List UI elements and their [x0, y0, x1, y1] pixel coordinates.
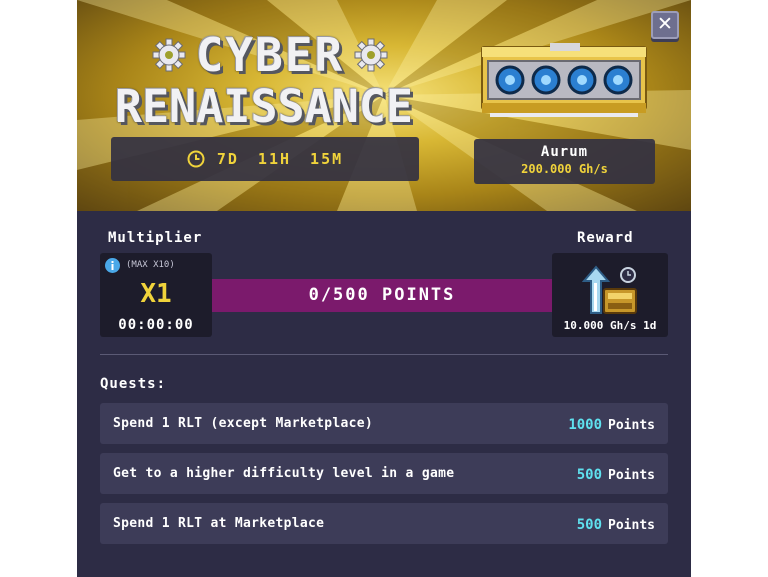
quest-row: Spend 1 RLT (except Marketplace) 1000 Poi… — [100, 403, 668, 444]
multiplier-timer: 00:00:00 — [118, 317, 194, 333]
close-button[interactable]: ✕ — [651, 11, 679, 39]
divider — [100, 354, 668, 355]
reward-label: Reward — [577, 230, 634, 246]
quest-points: 1000 Points — [568, 414, 655, 433]
quest-row: Spend 1 RLT at Marketplace 500 Points — [100, 503, 668, 544]
close-icon: ✕ — [657, 13, 673, 35]
miner-power: 200.000 Gh/s — [521, 162, 608, 176]
reward-value: 10.000 Gh/s 1d — [563, 319, 657, 332]
title-line1: CYBER — [195, 28, 345, 82]
info-icon[interactable] — [105, 258, 120, 273]
miner-info: Aurum 200.000 Gh/s — [474, 139, 655, 184]
points-progress-bar: 0/500 POINTS — [212, 279, 552, 312]
multiplier-box: (MAX X10) X1 00:00:00 — [100, 253, 212, 337]
quest-points-unit: Points — [608, 468, 655, 483]
miner-name: Aurum — [540, 144, 589, 160]
title-line2: RENAISSANCE — [115, 80, 414, 133]
event-modal: CYBER RENAISSANCE 7D 11H 15M Aurum 200.0… — [77, 0, 691, 577]
multiplier-value: X1 — [140, 279, 172, 309]
progress-text: 0/500 POINTS — [308, 285, 456, 305]
event-banner: CYBER RENAISSANCE 7D 11H 15M Aurum 200.0… — [77, 0, 691, 211]
reward-box: 10.000 Gh/s 1d — [552, 253, 668, 337]
quest-list: Spend 1 RLT (except Marketplace) 1000 Poi… — [100, 403, 668, 553]
quest-points-value: 1000 — [568, 417, 603, 433]
quest-points: 500 Points — [577, 514, 655, 533]
multiplier-label: Multiplier — [108, 230, 203, 246]
quest-row: Get to a higher difficulty level in a ga… — [100, 453, 668, 494]
quest-description: Get to a higher difficulty level in a ga… — [113, 466, 455, 481]
event-title: CYBER RENAISSANCE — [115, 28, 425, 133]
quest-points-unit: Points — [608, 518, 655, 533]
miner-image — [481, 43, 647, 117]
clock-icon — [187, 150, 205, 168]
event-timer: 7D 11H 15M — [111, 137, 419, 181]
gear-icon — [354, 38, 388, 72]
quest-points-value: 500 — [576, 467, 603, 483]
max-multiplier-text: (MAX X10) — [126, 260, 175, 270]
timer-text: 7D 11H 15M — [216, 150, 344, 168]
quest-description: Spend 1 RLT at Marketplace — [113, 516, 325, 531]
quest-description: Spend 1 RLT (except Marketplace) — [113, 416, 374, 431]
power-arrow-icon — [582, 265, 637, 314]
quests-title: Quests: — [100, 376, 167, 392]
gear-icon — [152, 38, 186, 72]
quest-points-unit: Points — [608, 418, 655, 433]
quest-points-value: 500 — [576, 517, 603, 533]
quest-points: 500 Points — [577, 464, 655, 483]
